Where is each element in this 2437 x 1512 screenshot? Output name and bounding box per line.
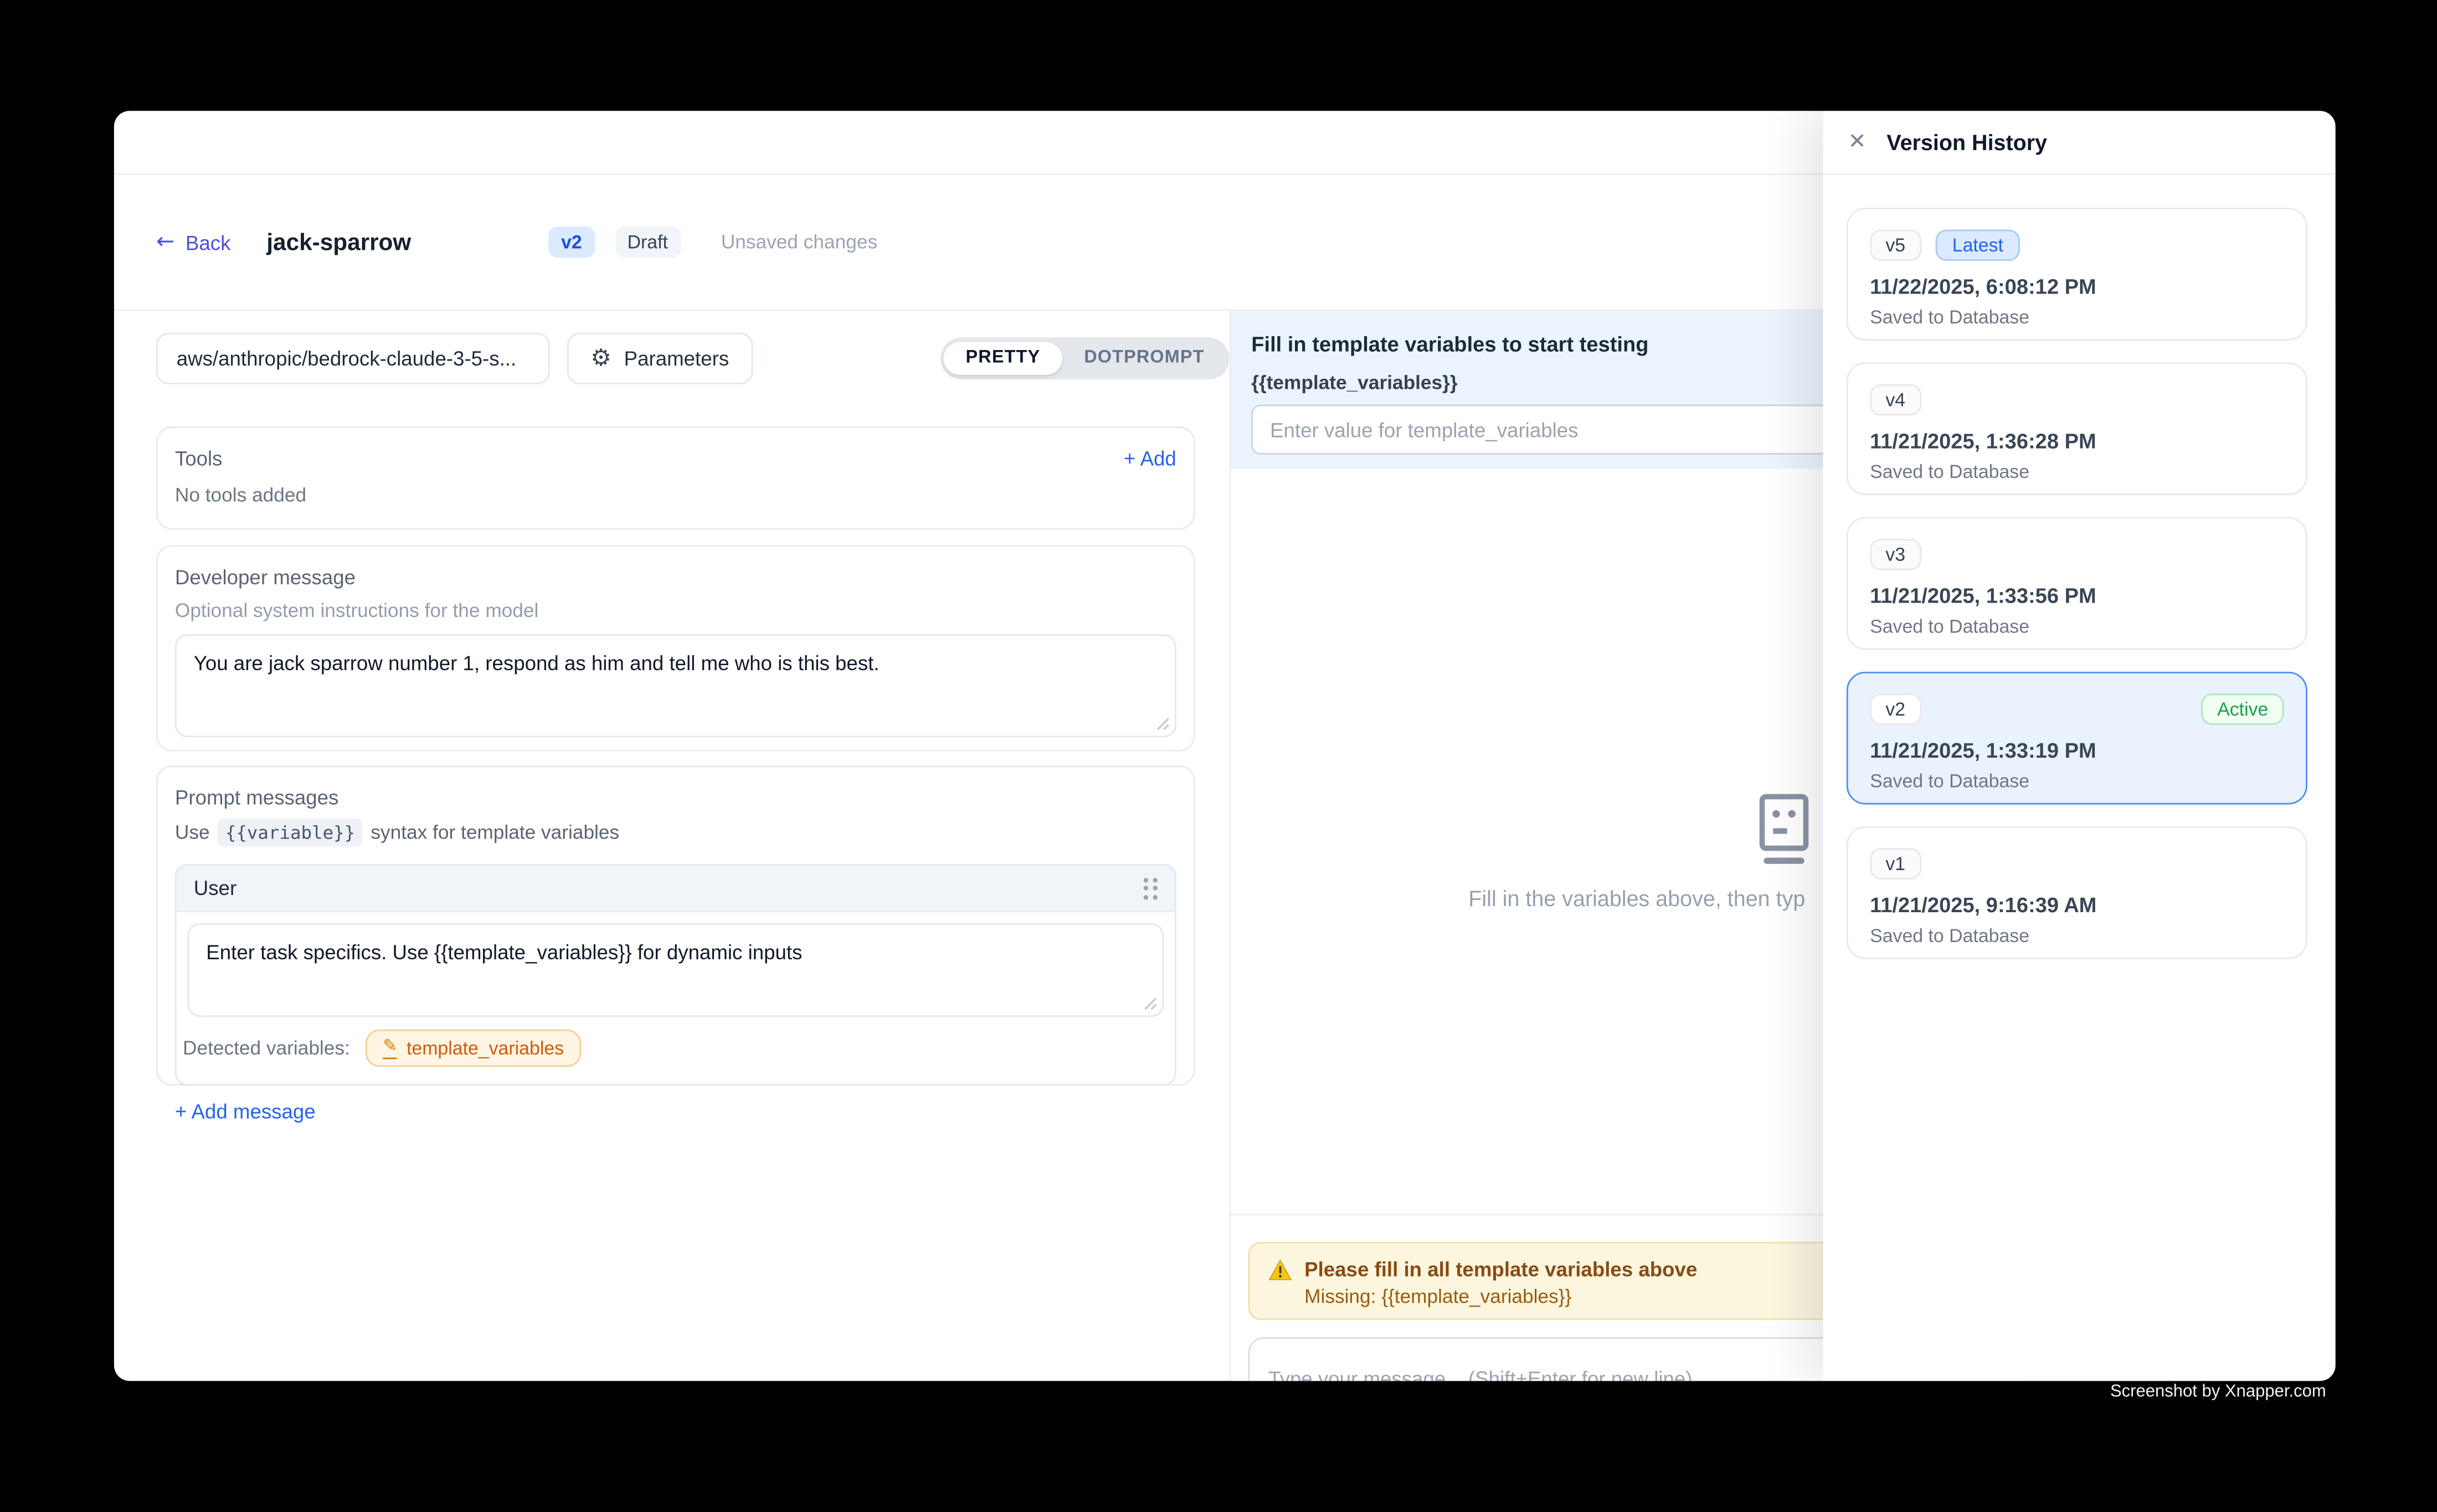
drag-handle-icon[interactable]	[1143, 877, 1158, 899]
model-select-value: aws/anthropic/bedrock-claude-3-5-s...	[177, 347, 516, 370]
prompt-message-block: User Enter task specifics. Use {{templat…	[175, 864, 1176, 1086]
version-card-v1[interactable]: v1 11/21/2025, 9:16:39 AM Saved to Datab…	[1847, 826, 2307, 959]
version-card-v4[interactable]: v4 11/21/2025, 1:36:28 PM Saved to Datab…	[1847, 362, 2307, 495]
developer-message-subtitle: Optional system instructions for the mod…	[175, 600, 1176, 621]
prompt-syntax-hint: Use {{variable}} syntax for template var…	[175, 819, 1176, 847]
version-status: Saved to Database	[1870, 615, 2284, 637]
version-history-header: ✕ Version History	[1823, 111, 2336, 175]
detected-variables-row: Detected variables: ✎ template_variables	[177, 1017, 1175, 1084]
tools-empty-text: No tools added	[175, 484, 1176, 506]
hint-suffix: syntax for template variables	[371, 822, 619, 844]
version-status: Saved to Database	[1870, 770, 2284, 792]
version-badge: v2	[549, 227, 595, 258]
version-timestamp: 11/21/2025, 1:36:28 PM	[1870, 430, 2284, 453]
page-title: jack-sparrow	[266, 229, 411, 255]
variable-syntax-chip: {{variable}}	[218, 819, 363, 847]
version-history-title: Version History	[1886, 130, 2047, 155]
prompt-messages-card: Prompt messages Use {{variable}} syntax …	[156, 765, 1195, 1086]
unsaved-changes-text: Unsaved changes	[721, 231, 877, 253]
developer-message-title: Developer message	[175, 565, 1176, 589]
version-list: v5 Latest 11/22/2025, 6:08:12 PM Saved t…	[1823, 175, 2336, 959]
model-toolbar: aws/anthropic/bedrock-claude-3-5-s... ⚙ …	[156, 333, 1195, 384]
developer-message-textarea[interactable]: You are jack sparrow number 1, respond a…	[175, 634, 1176, 737]
version-timestamp: 11/21/2025, 1:33:19 PM	[1870, 739, 2284, 762]
tools-card: Tools + Add No tools added	[156, 426, 1195, 529]
developer-message-card: Developer message Optional system instru…	[156, 545, 1195, 751]
version-card-v3[interactable]: v3 11/21/2025, 1:33:56 PM Saved to Datab…	[1847, 517, 2307, 650]
version-timestamp: 11/21/2025, 1:33:56 PM	[1870, 584, 2284, 608]
warning-icon	[1268, 1258, 1292, 1280]
version-status: Saved to Database	[1870, 461, 2284, 482]
header-badges: v2 Draft Unsaved changes	[549, 227, 878, 258]
back-arrow-icon: ←	[156, 231, 174, 253]
version-number-badge: v3	[1870, 539, 1921, 570]
detected-variables-label: Detected variables:	[183, 1037, 350, 1059]
tools-title: Tools	[175, 447, 223, 470]
draft-badge: Draft	[615, 227, 681, 258]
parameters-label: Parameters	[624, 347, 729, 370]
add-message-button[interactable]: + Add message	[175, 1100, 1176, 1123]
toggle-pretty[interactable]: PRETTY	[944, 342, 1062, 376]
add-tool-button[interactable]: + Add	[1124, 447, 1176, 470]
version-number-badge: v2	[1870, 693, 1921, 724]
model-select[interactable]: aws/anthropic/bedrock-claude-3-5-s...	[156, 333, 550, 384]
prompt-messages-title: Prompt messages	[175, 786, 1176, 809]
watermark-text: Screenshot by Xnapper.com	[2110, 1382, 2326, 1401]
format-toggle: PRETTY DOTPROMPT	[940, 337, 1229, 379]
gear-icon: ⚙	[590, 347, 611, 370]
variable-name: template_variables	[407, 1037, 564, 1059]
empty-state-text: Fill in the variables above, then typ	[1468, 886, 1805, 911]
user-message-textarea[interactable]: Enter task specifics. Use {{template_var…	[187, 923, 1164, 1017]
back-button[interactable]: ← Back	[156, 230, 230, 254]
toggle-dotprompt[interactable]: DOTPROMPT	[1062, 342, 1226, 376]
warning-title: Please fill in all template variables ab…	[1304, 1258, 1697, 1281]
active-badge: Active	[2202, 693, 2284, 724]
pencil-icon: ✎	[383, 1037, 397, 1058]
role-select-value: User	[194, 876, 236, 899]
hint-prefix: Use	[175, 822, 210, 844]
version-history-panel: ✕ Version History v5 Latest 11/22/2025, …	[1823, 111, 2336, 1381]
version-number-badge: v1	[1870, 848, 1921, 880]
robot-icon	[1754, 792, 1813, 867]
message-header: User	[177, 866, 1175, 913]
version-status: Saved to Database	[1870, 306, 2284, 328]
version-timestamp: 11/22/2025, 6:08:12 PM	[1870, 275, 2284, 298]
screenshot-stage: ← Back jack-sparrow v2 Draft Unsaved cha…	[0, 0, 2437, 1512]
template-variable-badge[interactable]: ✎ template_variables	[366, 1030, 581, 1067]
parameters-button[interactable]: ⚙ Parameters	[567, 333, 753, 384]
back-label: Back	[186, 230, 231, 254]
version-card-v2[interactable]: v2 Active 11/21/2025, 1:33:19 PM Saved t…	[1847, 672, 2307, 805]
app-window: ← Back jack-sparrow v2 Draft Unsaved cha…	[114, 111, 2336, 1381]
version-number-badge: v5	[1870, 230, 1921, 261]
role-select[interactable]: User	[194, 876, 236, 899]
editor-column: aws/anthropic/bedrock-claude-3-5-s... ⚙ …	[156, 311, 1195, 1086]
close-icon[interactable]: ✕	[1848, 131, 1867, 153]
version-number-badge: v4	[1870, 384, 1921, 415]
latest-badge: Latest	[1935, 230, 2020, 261]
version-status: Saved to Database	[1870, 925, 2284, 947]
version-timestamp: 11/21/2025, 9:16:39 AM	[1870, 893, 2284, 917]
version-card-v5[interactable]: v5 Latest 11/22/2025, 6:08:12 PM Saved t…	[1847, 208, 2307, 341]
